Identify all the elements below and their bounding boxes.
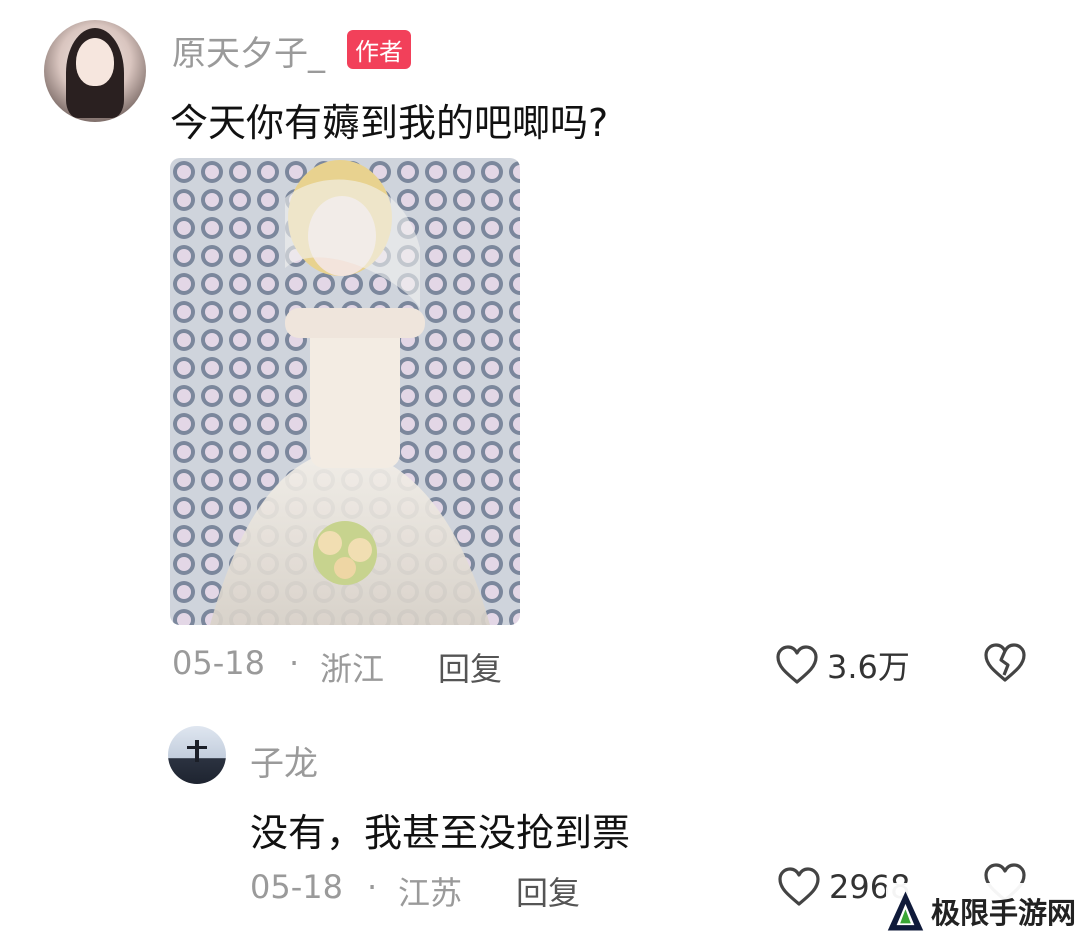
author-badge: 作者 [347, 30, 411, 69]
heart-icon [778, 867, 820, 906]
comment-location: 浙江 [320, 650, 385, 688]
avatar-silhouette-icon [187, 740, 207, 762]
dislike-heart-icon [984, 643, 1026, 682]
comment-text: 今天你有薅到我的吧唧吗? [170, 101, 609, 145]
reply-reply-button[interactable]: 回复 [516, 868, 580, 914]
reply-button[interactable]: 回复 [438, 644, 502, 690]
comment-date: 05-18 [172, 644, 265, 682]
reply-author-avatar[interactable] [168, 726, 226, 784]
heart-icon [776, 645, 818, 684]
watermark-text: 极限手游网 [930, 896, 1076, 930]
reply-date: 05-18 [250, 868, 343, 906]
author-avatar[interactable] [44, 20, 146, 122]
reply-location: 江苏 [398, 874, 463, 912]
watermark-logo-icon [887, 891, 924, 931]
reply-meta-separator: · [367, 868, 378, 906]
reply-text: 没有，我甚至没抢到票 [250, 811, 631, 855]
comment-image-graphic [170, 158, 520, 625]
dislike-button[interactable] [982, 642, 1028, 684]
like-button[interactable]: 3.6万 [775, 642, 910, 688]
author-name[interactable]: 原天夕子_ [172, 26, 325, 75]
comment-meta-separator: · [289, 644, 300, 682]
avatar-face [76, 38, 114, 86]
watermark: 极限手游网 [886, 883, 1076, 938]
comment-image[interactable] [170, 158, 520, 625]
reply-author-name[interactable]: 子龙 [250, 736, 318, 785]
comment-thread: 原天夕子_ 作者 今天你有薅到我的吧唧吗? 05-18 · 浙江 回复 3.6万… [0, 0, 1080, 938]
like-count: 3.6万 [827, 648, 910, 686]
